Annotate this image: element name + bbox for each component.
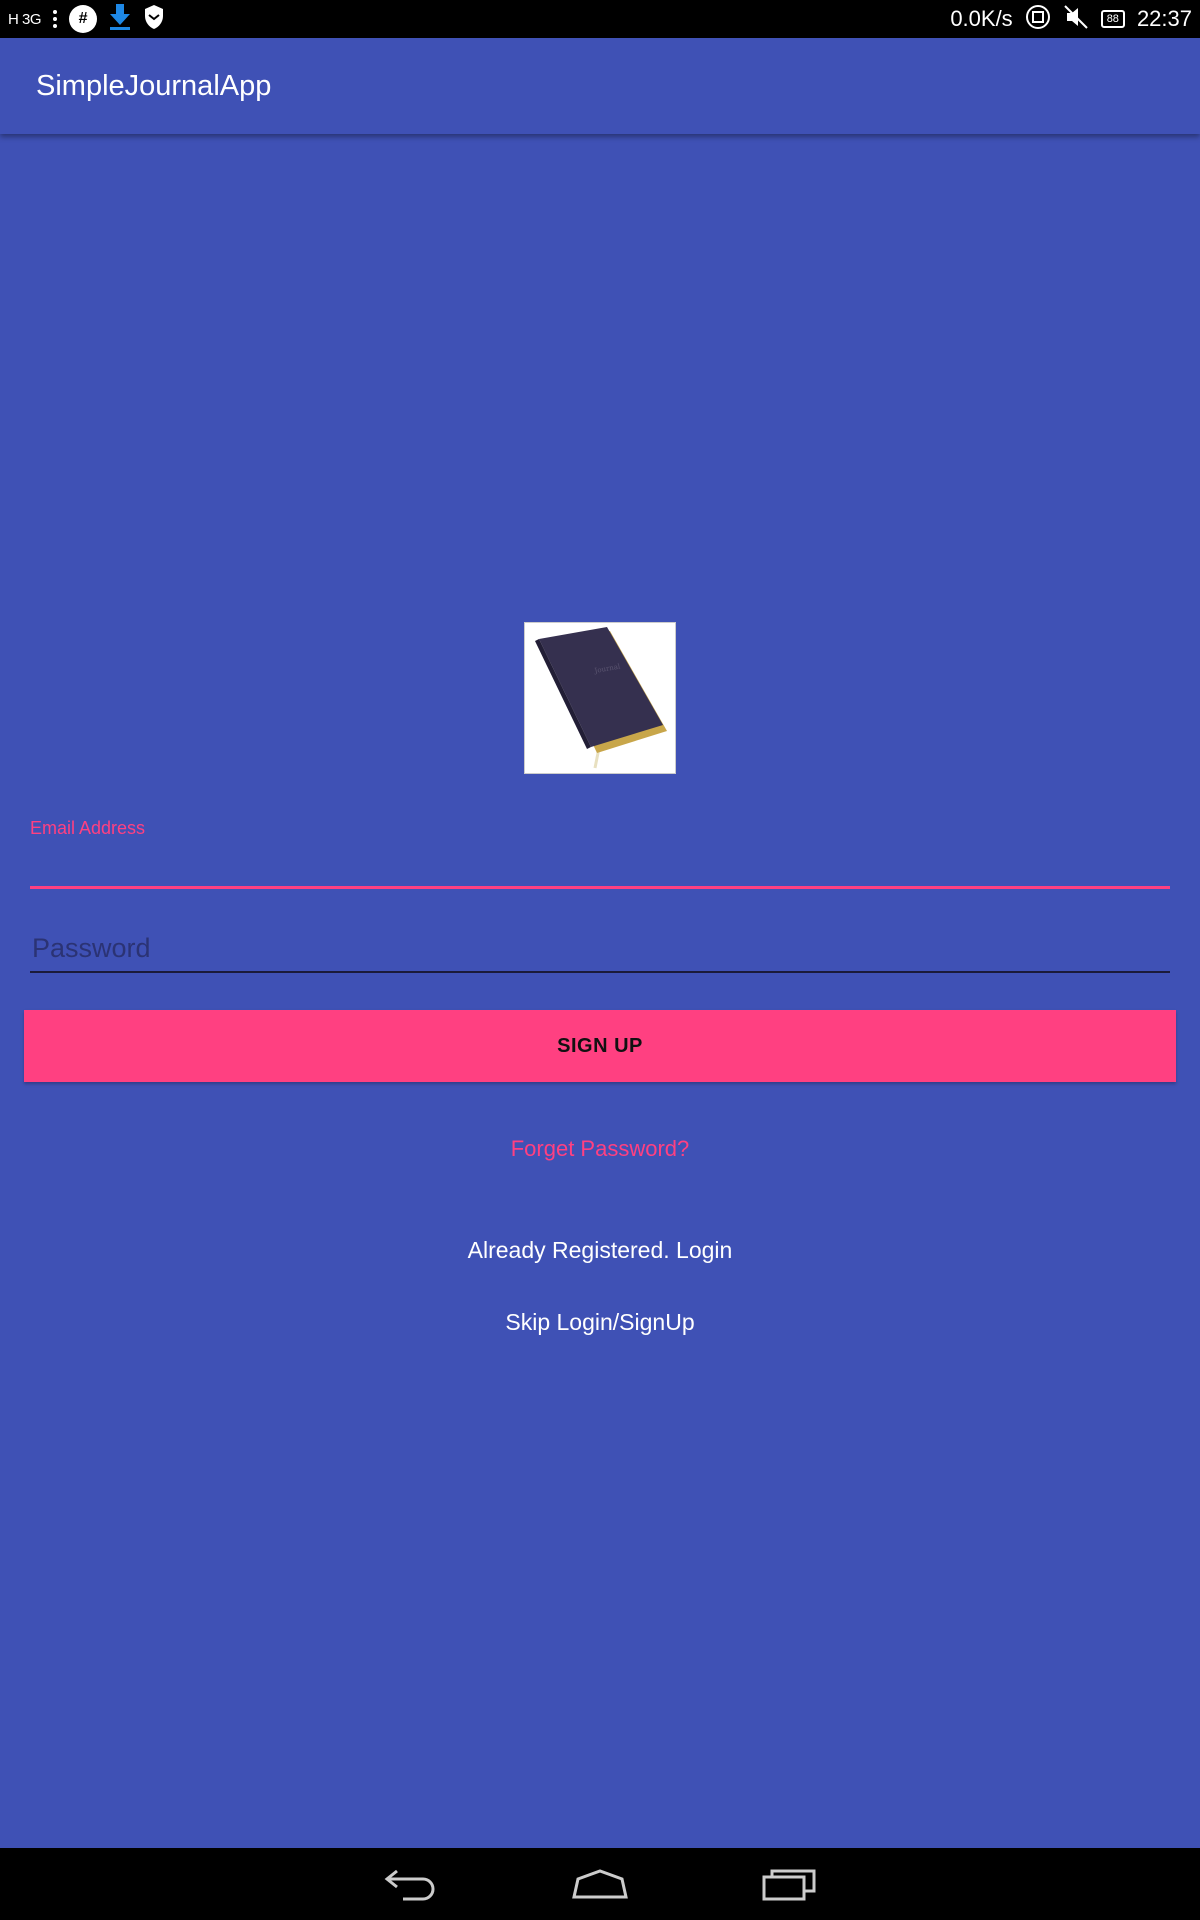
navigation-bar [0,1848,1200,1920]
status-right: 0.0K/s 88 22:37 [950,4,1192,35]
back-icon [384,1869,435,1901]
app-bar: SimpleJournalApp [0,38,1200,134]
home-icon [572,1869,628,1899]
status-left: H 3G # [8,3,165,35]
download-icon [109,3,131,35]
email-field[interactable] [30,845,1170,889]
recents-button[interactable] [760,1859,820,1909]
rotation-lock-icon [1025,4,1051,35]
network-speed: 0.0K/s [950,6,1013,31]
shield-icon [143,4,165,35]
forgot-password-link[interactable]: Forget Password? [0,1136,1200,1162]
home-button[interactable] [570,1859,630,1909]
mute-icon [1063,4,1089,35]
back-button[interactable] [380,1859,440,1909]
recents-icon [762,1869,816,1901]
login-link[interactable]: Already Registered. Login [0,1237,1200,1264]
app-title: SimpleJournalApp [36,69,272,102]
overflow-icon [53,10,58,28]
notification-app-icon: # [69,5,98,33]
battery-icon: 88 [1100,10,1125,28]
password-field[interactable] [30,925,1170,973]
status-bar: H 3G # 0.0K/s 88 22:37 [0,0,1200,38]
journal-logo-image: Journal [524,622,676,774]
journal-book-icon: Journal [535,627,667,769]
email-field-label: Email Address [30,818,146,838]
sign-up-button[interactable]: SIGN UP [24,1010,1176,1082]
signal-indicator: H 3G [8,10,42,28]
skip-login-link[interactable]: Skip Login/SignUp [0,1309,1200,1336]
clock: 22:37 [1136,6,1192,31]
